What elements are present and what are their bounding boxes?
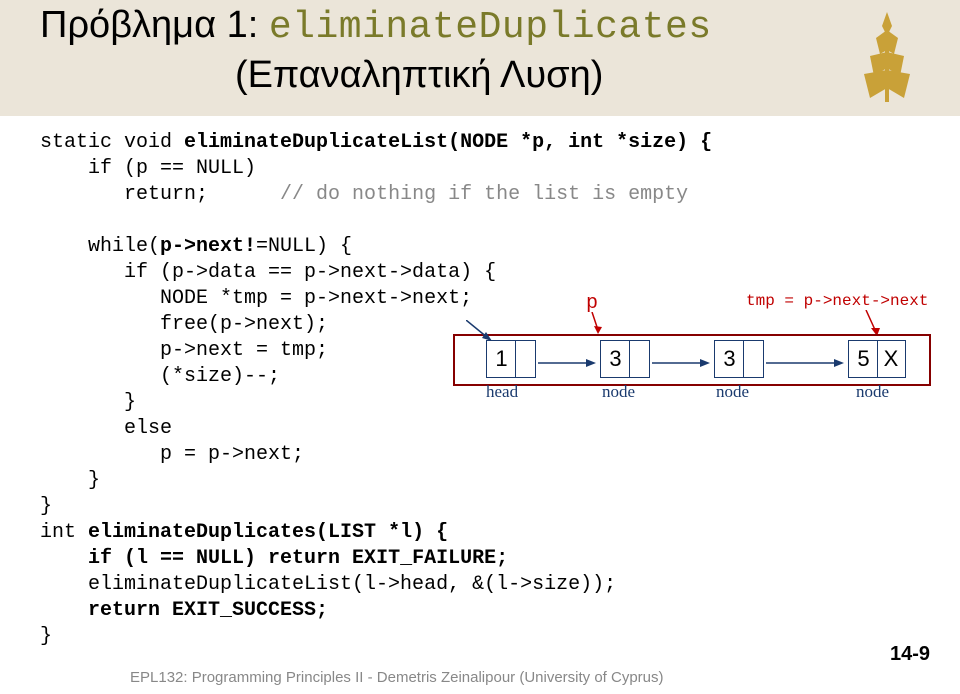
code-l2: if (p == NULL) <box>40 157 256 180</box>
tmp-pointer-label: tmp = p->next->next <box>746 292 928 310</box>
code-l10: (*size)--; <box>40 365 280 388</box>
code-l8: free(p->next); <box>40 313 328 336</box>
code-l6: if (p->data == p->next->data) { <box>40 261 496 284</box>
node-3-label: node <box>856 382 889 402</box>
code-l16b: eliminateDuplicates(LIST *l) { <box>88 521 448 544</box>
node-1-label: node <box>602 382 635 402</box>
code-l14: } <box>40 469 100 492</box>
arrow-1-icon <box>538 358 598 368</box>
code-l15: } <box>40 495 52 518</box>
linked-list-diagram: p tmp = p->next->next 1 head 3 node <box>446 298 938 414</box>
head-ptr <box>516 341 534 377</box>
code-l3a: return; <box>40 183 280 206</box>
arrow-3-icon <box>766 358 846 368</box>
code-l1a: static void <box>40 131 184 154</box>
code-l3b: // do nothing if the list is empty <box>280 183 688 206</box>
code-l18: eliminateDuplicateList(l->head, &(l->siz… <box>40 573 616 596</box>
code-l5c: =NULL) { <box>256 235 352 258</box>
node-2-value: 3 <box>716 341 744 377</box>
node-1-value: 3 <box>602 341 630 377</box>
code-l20: } <box>40 625 52 648</box>
head-label: head <box>486 382 518 402</box>
title-code: eliminateDuplicates <box>269 6 712 49</box>
code-l17a <box>40 547 88 570</box>
node-2: 3 <box>714 340 764 378</box>
code-l7: NODE *tmp = p->next->next; <box>40 287 472 310</box>
slide-title-line1: Πρόβλημα 1: eliminateDuplicates <box>40 4 712 49</box>
code-l1b: eliminateDuplicateList(NODE *p, int *siz… <box>184 131 712 154</box>
head-value: 1 <box>488 341 516 377</box>
code-l19a <box>40 599 88 622</box>
arrow-2-icon <box>652 358 712 368</box>
code-l17b: if (l == NULL) return EXIT_FAILURE; <box>88 547 508 570</box>
leaf-logo-icon <box>844 8 930 106</box>
node-3: 5X <box>848 340 906 378</box>
node-3-end: X <box>878 341 904 377</box>
code-l13: p = p->next; <box>40 443 304 466</box>
code-l19b: return EXIT_SUCCESS; <box>88 599 328 622</box>
node-2-label: node <box>716 382 749 402</box>
code-l11: } <box>40 391 136 414</box>
node-1-ptr <box>630 341 648 377</box>
code-l5b: p->next! <box>160 235 256 258</box>
node-1: 3 <box>600 340 650 378</box>
title-prefix: Πρόβλημα 1: <box>40 4 269 46</box>
head-in-arrow-icon <box>466 320 496 346</box>
code-l12: else <box>40 417 172 440</box>
code-l9: p->next = tmp; <box>40 339 328 362</box>
node-3-value: 5 <box>850 341 878 377</box>
code-l16a: int <box>40 521 88 544</box>
node-2-ptr <box>744 341 762 377</box>
page-number: 14-9 <box>890 643 930 666</box>
code-l5a: while( <box>40 235 160 258</box>
footer-text: EPL132: Programming Principles II - Deme… <box>130 669 664 686</box>
slide-title-line2: (Επαναληπτική Λυση) <box>235 54 603 97</box>
slide: Πρόβλημα 1: eliminateDuplicates (Επαναλη… <box>0 0 960 694</box>
code-l4 <box>40 209 52 232</box>
p-arrow-icon <box>586 312 604 336</box>
